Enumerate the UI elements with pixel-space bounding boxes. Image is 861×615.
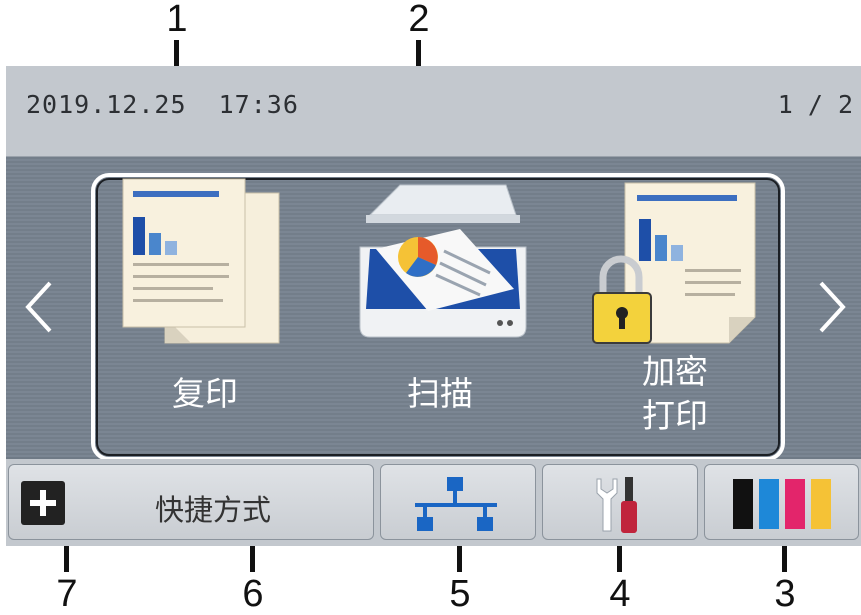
previous-page-button[interactable] <box>14 267 64 347</box>
scan-label: 扫描 <box>407 374 473 413</box>
ink-black <box>733 479 753 529</box>
secure-print-label-line1: 加密 <box>642 352 708 391</box>
shortcuts-button[interactable]: 快捷方式 <box>8 464 374 540</box>
scan-button[interactable]: 扫描 <box>340 177 540 447</box>
chevron-left-icon <box>25 281 52 333</box>
status-bar: 2019.12.25 17:36 1 / 2 <box>6 66 861 157</box>
callout-6: 6 <box>242 573 264 615</box>
callout-7: 7 <box>56 573 78 615</box>
datetime-display: 2019.12.25 17:36 <box>26 90 299 119</box>
copy-icon <box>122 178 280 344</box>
callout-4: 4 <box>609 573 631 615</box>
network-icon <box>415 477 497 531</box>
ink-magenta <box>785 479 805 529</box>
settings-button[interactable] <box>542 464 698 540</box>
ink-levels-icon <box>733 479 833 529</box>
bottom-toolbar: 快捷方式 <box>6 459 861 546</box>
secure-print-button[interactable]: 加密 打印 <box>575 177 775 447</box>
scanner-icon <box>359 184 527 338</box>
ink-yellow <box>811 479 831 529</box>
tools-icon <box>596 477 637 533</box>
copy-button[interactable]: 复印 <box>105 177 305 447</box>
callout-1: 1 <box>166 0 188 40</box>
next-page-button[interactable] <box>807 267 857 347</box>
callout-5: 5 <box>449 573 471 615</box>
secure-print-label-line2: 打印 <box>642 396 708 435</box>
printer-touchscreen: 2019.12.25 17:36 1 / 2 复印 扫描 加密 打印 快捷方式 <box>6 66 861 546</box>
callout-3: 3 <box>774 573 796 615</box>
function-buttons-group: 复印 扫描 加密 打印 <box>91 173 785 461</box>
network-button[interactable] <box>380 464 536 540</box>
plus-icon <box>21 481 65 525</box>
ink-cyan <box>759 479 779 529</box>
ink-levels-button[interactable] <box>704 464 859 540</box>
home-screen-main: 复印 扫描 加密 打印 <box>6 157 861 461</box>
shortcuts-label: 快捷方式 <box>155 493 272 527</box>
callout-2: 2 <box>408 0 430 40</box>
secure-print-icon <box>592 182 756 344</box>
page-indicator: 1 / 2 <box>777 90 853 119</box>
chevron-right-icon <box>819 281 846 333</box>
copy-label: 复印 <box>172 374 238 413</box>
